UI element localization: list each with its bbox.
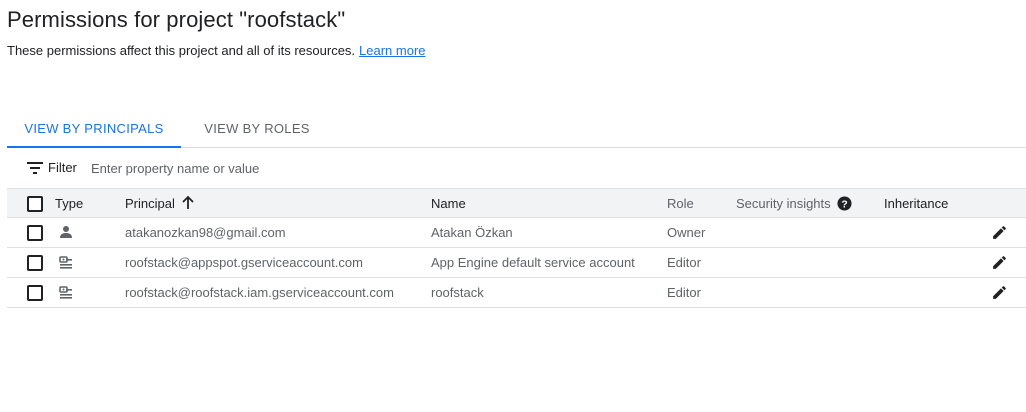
- column-header-security-insights: Security insights?: [736, 189, 852, 218]
- edit-pencil-icon[interactable]: [991, 254, 1008, 271]
- principal-cell: atakanozkan98@gmail.com: [125, 225, 286, 240]
- tab-view-by-roles[interactable]: VIEW BY ROLES: [181, 110, 333, 147]
- tab-view-by-principals[interactable]: VIEW BY PRINCIPALS: [7, 110, 181, 148]
- svg-text:?: ?: [841, 199, 847, 210]
- role-cell: Owner: [667, 225, 706, 240]
- edit-cell: [991, 278, 1009, 307]
- principal-cell: roofstack@appspot.gserviceaccount.com: [125, 255, 363, 270]
- name-cell: Atakan Özkan: [431, 225, 513, 240]
- column-header-principal[interactable]: Principal: [125, 189, 195, 218]
- name-cell: roofstack: [431, 285, 484, 300]
- help-icon[interactable]: ?: [837, 196, 852, 211]
- column-header-role: Role: [667, 196, 694, 211]
- edit-cell: [991, 248, 1009, 277]
- column-header-principal-label: Principal: [125, 196, 175, 211]
- select-all-checkbox[interactable]: [27, 196, 43, 212]
- role-cell: Editor: [667, 255, 701, 270]
- table-row: roofstack@roofstack.iam.gserviceaccount.…: [7, 278, 1026, 308]
- table-header-row: Type Principal Name Role Security insigh…: [7, 188, 1026, 218]
- table-row: atakanozkan98@gmail.com Atakan Özkan Own…: [7, 218, 1026, 248]
- filter-icon[interactable]: [27, 161, 43, 175]
- row-checkbox[interactable]: [27, 225, 43, 241]
- row-select-cell: [27, 248, 43, 277]
- name-cell: App Engine default service account: [431, 255, 635, 270]
- edit-pencil-icon[interactable]: [991, 224, 1008, 241]
- arrow-up-icon[interactable]: [181, 196, 195, 210]
- select-all-cell: [27, 189, 43, 218]
- row-select-cell: [27, 218, 43, 247]
- edit-cell: [991, 218, 1009, 247]
- page-description: These permissions affect this project an…: [7, 43, 426, 58]
- role-cell: Editor: [667, 285, 701, 300]
- description-text: These permissions affect this project an…: [7, 43, 356, 58]
- table-row: roofstack@appspot.gserviceaccount.com Ap…: [7, 248, 1026, 278]
- learn-more-link[interactable]: Learn more: [359, 43, 425, 58]
- row-checkbox[interactable]: [27, 285, 43, 301]
- column-header-name: Name: [431, 196, 466, 211]
- principal-cell: roofstack@roofstack.iam.gserviceaccount.…: [125, 285, 394, 300]
- service-account-icon: [59, 256, 72, 269]
- column-header-type: Type: [55, 196, 84, 211]
- filter-input[interactable]: [87, 155, 487, 181]
- filter-bar: Filter: [7, 149, 1026, 187]
- permissions-table: Type Principal Name Role Security insigh…: [7, 188, 1026, 308]
- column-header-inheritance: Inheritance: [884, 196, 949, 211]
- row-checkbox[interactable]: [27, 255, 43, 271]
- service-account-icon: [59, 286, 72, 299]
- view-tabs: VIEW BY PRINCIPALS VIEW BY ROLES: [7, 110, 1026, 148]
- person-icon: [60, 226, 72, 238]
- page-title: Permissions for project "roofstack": [7, 7, 346, 32]
- row-select-cell: [27, 278, 43, 307]
- filter-label: Filter: [48, 160, 77, 175]
- column-header-security-insights-label: Security insights: [736, 196, 831, 211]
- edit-pencil-icon[interactable]: [991, 284, 1008, 301]
